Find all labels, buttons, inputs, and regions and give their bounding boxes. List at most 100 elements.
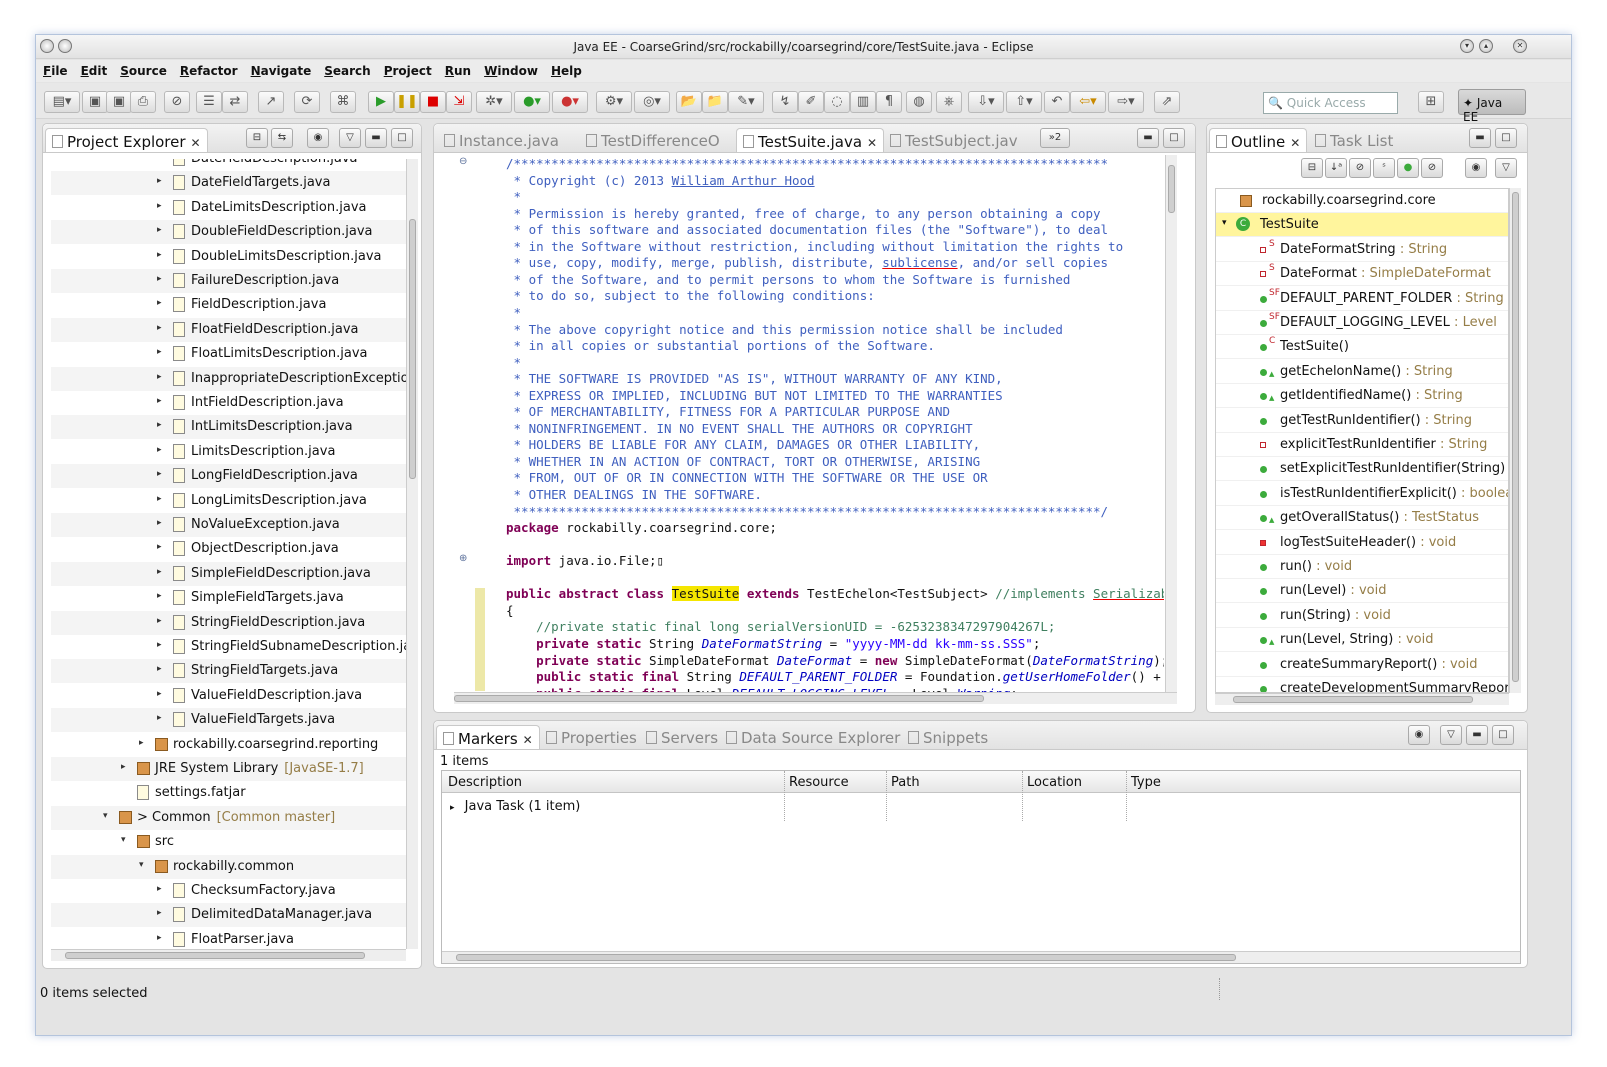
outline-item[interactable]: SF DEFAULT_LOGGING_LEVEL : Level	[1216, 311, 1508, 335]
menu-file[interactable]: File	[36, 60, 74, 78]
scroll-thumb[interactable]	[65, 952, 365, 959]
open-file-icon[interactable]: 📁	[702, 91, 728, 113]
tree-item[interactable]: ▾ rockabilly.common	[51, 854, 406, 879]
hide-static-icon[interactable]: ˢ	[1373, 158, 1395, 178]
close-icon[interactable]: ✕	[191, 136, 201, 150]
tree-item[interactable]: ▸ FloatFieldDescription.java	[51, 317, 406, 342]
expand-arrow-icon[interactable]: ▸	[157, 201, 162, 211]
expand-arrow-icon[interactable]: ▸	[157, 933, 162, 943]
markers-hscroll[interactable]	[442, 951, 1520, 963]
maximize-view-icon[interactable]: □	[1163, 128, 1185, 148]
tab-outline[interactable]: Outline ✕	[1209, 128, 1308, 152]
tree-item[interactable]: ▸ FailureDescription.java	[51, 269, 406, 293]
scroll-thumb[interactable]	[456, 954, 1236, 961]
task-icon[interactable]: ☰	[196, 91, 222, 113]
minimize-view-icon[interactable]: ▬	[1469, 128, 1491, 148]
tab-testdifference[interactable]: TestDifferenceO	[580, 128, 726, 152]
tab-testsuite-java[interactable]: TestSuite.java ✕	[736, 128, 885, 152]
minimize-view-icon[interactable]: ▬	[1466, 725, 1488, 745]
close-icon[interactable]: ✕	[523, 733, 533, 747]
expand-arrow-icon[interactable]: ▸	[157, 567, 162, 577]
expand-arrow-icon[interactable]: ▸	[157, 274, 162, 284]
new-server-icon[interactable]: ⚙▾	[596, 91, 632, 113]
focus-icon[interactable]: ◉	[1408, 725, 1430, 745]
outline-item[interactable]: ▲ getEchelonName() : String	[1216, 360, 1508, 384]
editor-hscroll[interactable]	[454, 692, 1177, 704]
outline-item[interactable]: getTestRunIdentifier() : String	[1216, 409, 1508, 433]
expand-arrow-icon[interactable]: ▸	[157, 323, 162, 333]
last-edit-icon[interactable]: ↶	[1044, 91, 1070, 113]
outline-item[interactable]: run() : void	[1216, 555, 1508, 579]
scroll-thumb[interactable]	[454, 695, 984, 702]
tree-item[interactable]: ▸ FloatLimitsDescription.java	[51, 342, 406, 366]
tab-task-list[interactable]: Task List	[1309, 128, 1399, 152]
expand-arrow-icon[interactable]: ▸	[157, 445, 162, 455]
tree-item[interactable]: ▸ ChecksumFactory.java	[51, 879, 406, 903]
menu-window[interactable]: Window	[477, 60, 544, 78]
minimize-view-icon[interactable]: ▬	[1137, 128, 1159, 148]
outline-item[interactable]: run(Level) : void	[1216, 579, 1508, 604]
debug-icon[interactable]: ✲▾	[476, 91, 512, 113]
tab-servers[interactable]: Servers	[640, 725, 724, 749]
tree-item[interactable]: ▸ LongLimitsDescription.java	[51, 489, 406, 513]
expand-arrow-icon[interactable]: ▸	[157, 469, 162, 479]
table-row[interactable]: ▸ Java Task (1 item)	[450, 799, 580, 814]
expand-arrow-icon[interactable]: ▸	[139, 738, 144, 748]
minimize-view-icon[interactable]: ▬	[365, 128, 387, 148]
collapse-all-icon[interactable]: ⊟	[246, 128, 268, 148]
column-location[interactable]: Location	[1027, 775, 1082, 790]
menu-edit[interactable]: Edit	[74, 60, 114, 78]
expand-arrow-icon[interactable]: ▸	[157, 250, 162, 260]
run-external-icon[interactable]: ●▾	[552, 91, 588, 113]
menu-navigate[interactable]: Navigate	[244, 60, 318, 78]
outline-item[interactable]: setExplicitTestRunIdentifier(String) : v	[1216, 457, 1508, 482]
menu-refactor[interactable]: Refactor	[173, 60, 244, 78]
quick-access-input[interactable]: 🔍 Quick Access	[1263, 92, 1398, 114]
tree-item[interactable]: ▸ DoubleFieldDescription.java	[51, 220, 406, 245]
tree-item[interactable]: ▸ DateLimitsDescription.java	[51, 196, 406, 220]
outline-item[interactable]: isTestRunIdentifierExplicit() : boolean	[1216, 482, 1508, 506]
tab-data-source-explorer[interactable]: Data Source Explorer	[720, 725, 906, 749]
column-type[interactable]: Type	[1131, 775, 1161, 790]
tree-item[interactable]: ▸ LimitsDescription.java	[51, 440, 406, 464]
tree-item[interactable]: ▸ DelimitedDataManager.java	[51, 903, 406, 928]
resume-icon[interactable]: ▶	[368, 91, 394, 113]
outline-item[interactable]: createDevelopmentSummaryReport(	[1216, 677, 1508, 692]
outline-item[interactable]: SF DEFAULT_PARENT_FOLDER : String	[1216, 287, 1508, 311]
menu-project[interactable]: Project	[377, 60, 438, 78]
save-all-icon[interactable]: ▣	[106, 91, 132, 113]
expand-arrow-icon[interactable]: ▸	[157, 908, 162, 918]
outline-item[interactable]: rockabilly.coarsegrind.core	[1216, 189, 1508, 213]
outline-item[interactable]: ▲ run(Level, String) : void	[1216, 628, 1508, 653]
tree-item[interactable]: ▸ IntLimitsDescription.java	[51, 415, 406, 440]
expand-arrow-icon[interactable]: ▸	[157, 225, 162, 235]
collapse-all-icon[interactable]: ⊟	[1301, 158, 1323, 178]
expand-arrow-icon[interactable]: ▸	[157, 420, 162, 430]
open-folder-icon[interactable]: 📂	[676, 91, 702, 113]
outline-item[interactable]: S DateFormatString : String	[1216, 238, 1508, 262]
tree-item[interactable]: ▸ ObjectDescription.java	[51, 537, 406, 561]
tree-item[interactable]: ▸ ValueFieldDescription.java	[51, 684, 406, 708]
editor-scrollbar[interactable]	[1165, 155, 1177, 692]
focus-icon[interactable]: ◉	[307, 128, 329, 148]
external-tool-icon[interactable]: ⇗	[1154, 91, 1180, 113]
close-window-icon[interactable]: ✕	[1513, 39, 1527, 53]
link-editor-icon[interactable]: ⇆	[271, 128, 293, 148]
more-tabs-button[interactable]: »2	[1040, 128, 1070, 148]
new-web-icon[interactable]: ◎▾	[634, 91, 670, 113]
expand-arrow-icon[interactable]: ▸	[157, 298, 162, 308]
tree-item[interactable]: ▸ DateFieldTargets.java	[51, 171, 406, 196]
hide-fields-icon[interactable]: ⊘	[1349, 158, 1371, 178]
disconnect-icon[interactable]: ⇲	[446, 91, 472, 113]
maximize-view-icon[interactable]: □	[1492, 725, 1514, 745]
outline-item[interactable]: createSummaryReport() : void	[1216, 653, 1508, 677]
tree-item[interactable]: ▾ > Common [Common master]	[51, 805, 406, 830]
open-type-icon[interactable]: ↗	[258, 91, 284, 113]
edit-icon[interactable]: ✐	[798, 91, 824, 113]
tree-item[interactable]: ▸ rockabilly.coarsegrind.reporting	[51, 733, 406, 757]
perspective-web-icon[interactable]: ⎈	[936, 91, 962, 113]
outline-item[interactable]: ▾ C TestSuite	[1216, 213, 1508, 238]
close-icon[interactable]: ✕	[867, 136, 877, 150]
tree-item[interactable]: ▸ ValueFieldTargets.java	[51, 708, 406, 733]
tree-item[interactable]: ▾ src	[51, 830, 406, 854]
